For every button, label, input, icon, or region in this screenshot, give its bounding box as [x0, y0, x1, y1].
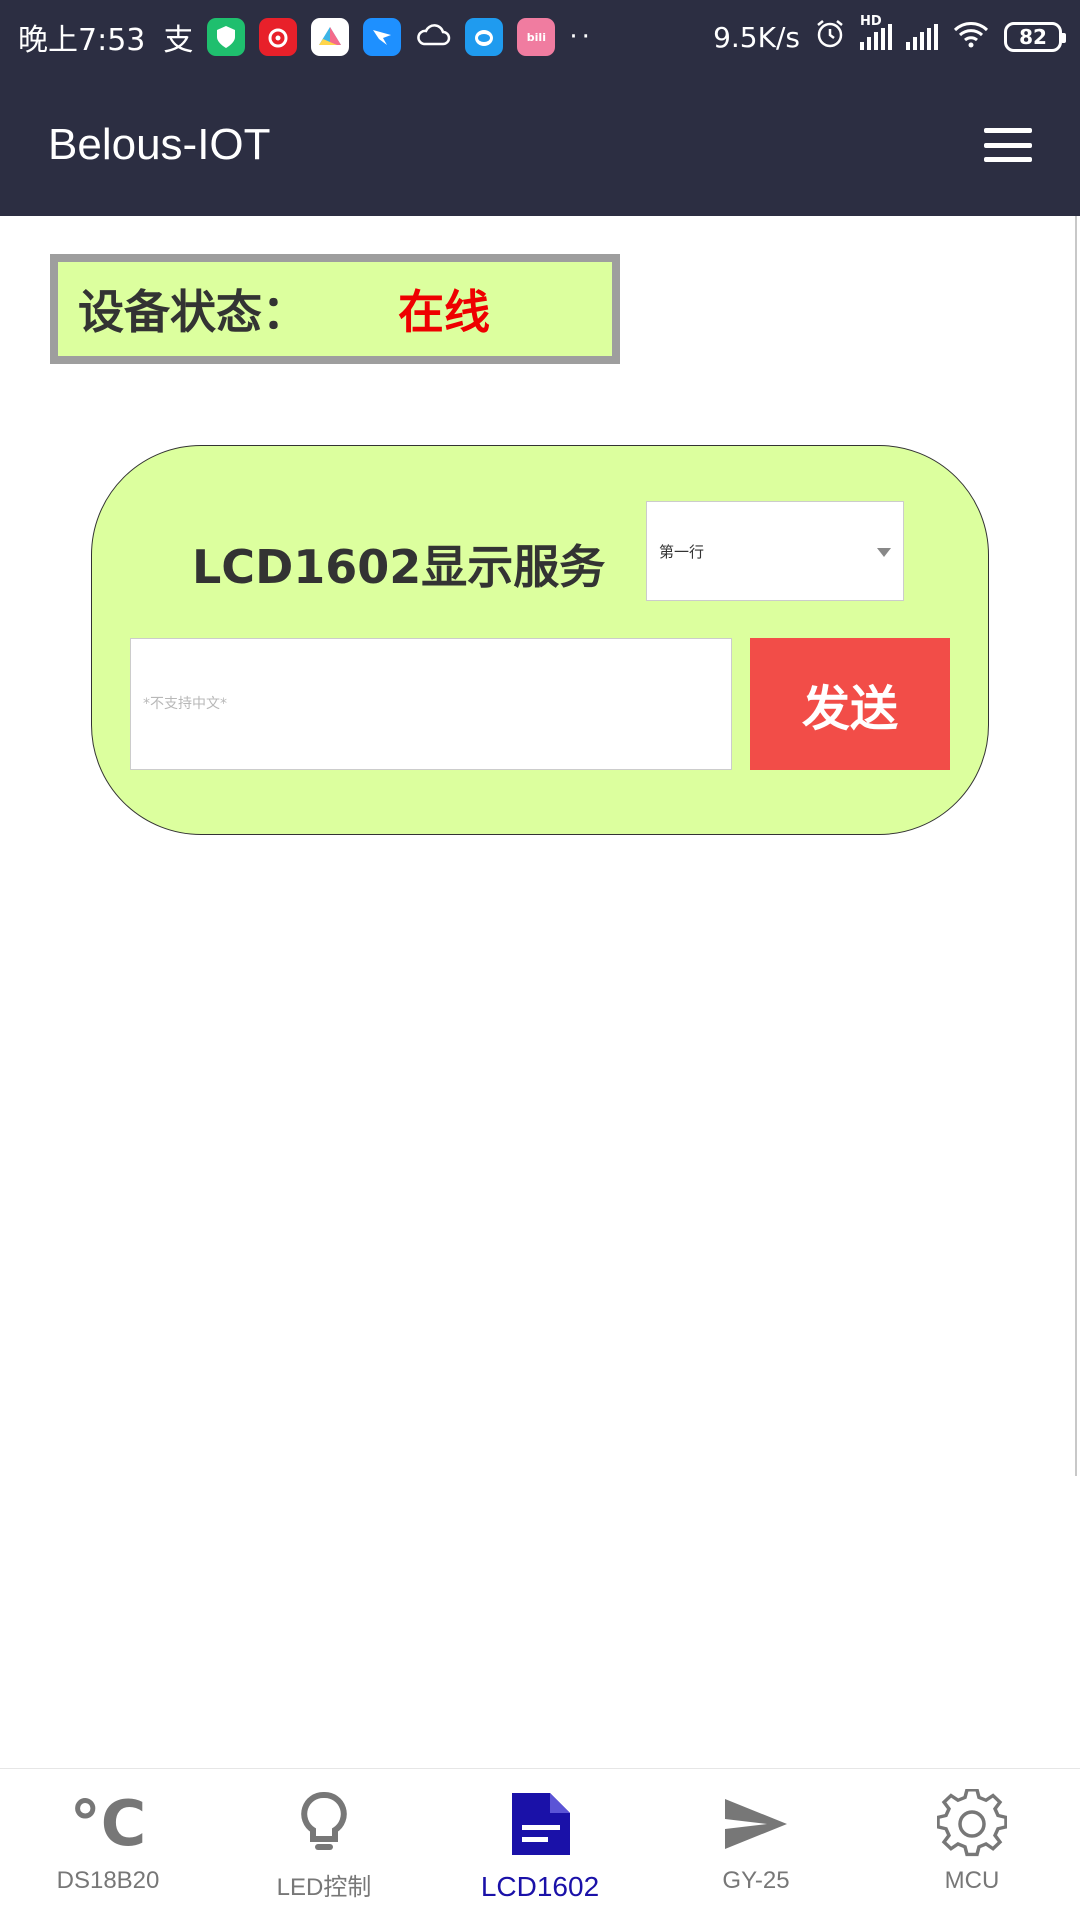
photos-app-icon: [311, 18, 350, 56]
line-select-dropdown[interactable]: 第一行: [646, 501, 904, 601]
nav-label-ds18b20: DS18B20: [56, 1867, 160, 1894]
device-status-label: 设备状态：: [78, 285, 308, 339]
nav-label-lcd1602: LCD1602: [480, 1871, 600, 1902]
hd-signal-icon: HD: [860, 14, 892, 50]
nav-label-gy25: GY-25: [722, 1867, 790, 1894]
status-right-group: 9.5K/s HD 82: [713, 14, 1066, 57]
battery-icon: 82: [1004, 22, 1066, 52]
alipay-icon: 支: [163, 23, 194, 58]
netease-music-icon: [259, 18, 298, 56]
bottom-nav: °C DS18B20 LED控制 LCD1602 GY-25 MCU: [0, 1768, 1080, 1920]
nav-label-led: LED控制: [276, 1874, 372, 1901]
nav-item-ds18b20[interactable]: °C DS18B20: [0, 1769, 216, 1920]
nav-item-gy25[interactable]: GY-25: [648, 1769, 864, 1920]
more-dots-icon: ··: [569, 22, 594, 52]
celsius-icon: °C: [69, 1787, 147, 1860]
app-title: Belous-IOT: [48, 120, 271, 169]
document-icon: [508, 1791, 572, 1857]
gear-icon: [937, 1789, 1007, 1857]
hd-label: HD: [860, 14, 882, 29]
alarm-icon: [814, 18, 846, 57]
battery-level: 82: [1019, 25, 1047, 49]
nav-item-mcu[interactable]: MCU: [864, 1769, 1080, 1920]
lcd1602-card: LCD1602显示服务 第一行 发送: [91, 445, 989, 835]
status-time: 晚上7:53: [18, 23, 146, 58]
chevron-down-icon: [877, 548, 891, 557]
bulb-icon: [301, 1791, 347, 1857]
cloud-icon: [415, 20, 451, 55]
status-bar: 晚上7:53 支 bili ·· 9.5K/s HD 82: [0, 0, 1080, 74]
nav-label-mcu: MCU: [944, 1867, 1000, 1894]
device-status-box: 设备状态： 在线: [50, 254, 620, 364]
qq-icon: [465, 18, 504, 56]
send-arrow-icon: [723, 1791, 789, 1857]
line-select-value: 第一行: [659, 542, 705, 561]
app-screen: 晚上7:53 支 bili ·· 9.5K/s HD 82 Belous-IOT…: [0, 0, 1080, 1920]
scrollbar[interactable]: [1075, 216, 1077, 1476]
dingtalk-icon: [363, 18, 402, 56]
hamburger-menu-icon[interactable]: [984, 128, 1032, 162]
app-bar: Belous-IOT: [0, 74, 1080, 216]
wifi-icon: [952, 20, 990, 55]
nav-item-lcd1602[interactable]: LCD1602: [432, 1769, 648, 1920]
send-button[interactable]: 发送: [750, 638, 950, 770]
notification-icons: 支 bili ··: [163, 15, 594, 59]
signal-icon: [906, 24, 938, 50]
bilibili-icon: bili: [517, 18, 556, 56]
lcd-card-title: LCD1602显示服务: [192, 540, 606, 594]
nav-item-led[interactable]: LED控制: [216, 1769, 432, 1920]
lcd-text-input[interactable]: [130, 638, 732, 770]
device-status-value: 在线: [398, 285, 490, 339]
network-speed: 9.5K/s: [713, 20, 800, 54]
shield-app-icon: [207, 18, 246, 56]
